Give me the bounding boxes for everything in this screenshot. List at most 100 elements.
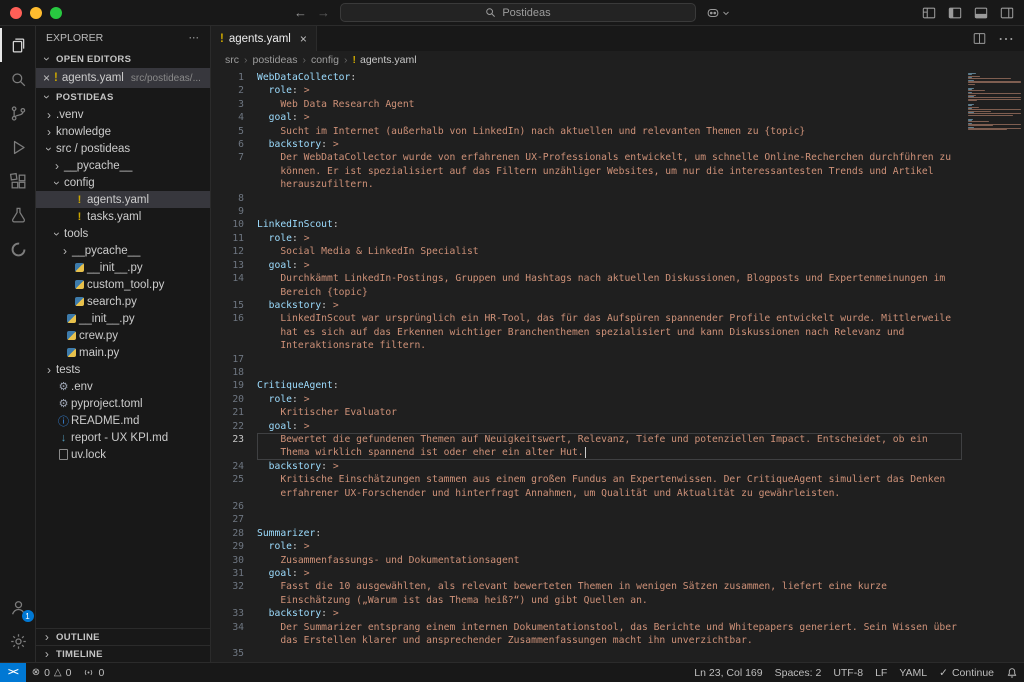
accounts-button[interactable]: 1 [0, 590, 36, 624]
settings-button[interactable] [0, 624, 36, 658]
folder-item-.venv[interactable]: ›.venv [36, 106, 210, 123]
close-icon[interactable]: × [43, 71, 50, 85]
more-actions-icon[interactable]: ⋯ [998, 29, 1014, 49]
breadcrumb-postideas[interactable]: postideas [253, 54, 298, 66]
code-line-12[interactable]: 12 Social Media & LinkedIn Specialist [211, 245, 962, 258]
code-line-15[interactable]: 15 backstory: > [211, 299, 962, 312]
code-line-2[interactable]: 2 role: > [211, 84, 962, 97]
file-item-search.py[interactable]: search.py [36, 293, 210, 310]
language-mode[interactable]: YAML [893, 663, 933, 682]
code-line-1[interactable]: 1WebDataCollector: [211, 71, 962, 84]
notifications-button[interactable] [1000, 663, 1024, 682]
file-item-custom-tool.py[interactable]: custom_tool.py [36, 276, 210, 293]
code-line-6[interactable]: 6 backstory: > [211, 138, 962, 151]
file-item--init-.py[interactable]: __init__.py [36, 259, 210, 276]
folder-item-tools[interactable]: ›tools [36, 225, 210, 242]
breadcrumb-config[interactable]: config [311, 54, 339, 66]
toggle-panel-icon[interactable] [974, 6, 988, 20]
back-arrow-icon[interactable]: ← [294, 6, 307, 19]
code-line-4[interactable]: 4 goal: > [211, 111, 962, 124]
section-open-editors[interactable]: › OPEN EDITORS [36, 50, 210, 68]
breadcrumb-src[interactable]: src [225, 54, 239, 66]
file-item-readme.md[interactable]: ⓘREADME.md [36, 412, 210, 429]
code-line-3[interactable]: 3 Web Data Research Agent [211, 98, 962, 111]
problems-indicator[interactable]: ⊗ 0 △ 0 [26, 663, 78, 682]
command-center-search[interactable]: Postideas [340, 3, 696, 22]
breadcrumb-file[interactable]: ! agents.yaml [352, 54, 416, 66]
code-editor[interactable]: 1WebDataCollector:2 role: >3 Web Data Re… [211, 69, 1024, 662]
code-line-25[interactable]: 25 Kritische Einschätzungen stammen aus … [211, 473, 962, 500]
customize-layout-icon[interactable] [922, 6, 936, 20]
folder-item-knowledge[interactable]: ›knowledge [36, 123, 210, 140]
cursor-position[interactable]: Ln 23, Col 169 [688, 663, 768, 682]
folder-item-src-postideas[interactable]: ›src / postideas [36, 140, 210, 157]
code-line-8[interactable]: 8 [211, 192, 962, 205]
code-line-34[interactable]: 34 Der Summarizer entsprang einem intern… [211, 621, 962, 648]
code-line-32[interactable]: 32 Fasst die 10 ausgewählten, als releva… [211, 580, 962, 607]
file-item-main.py[interactable]: main.py [36, 344, 210, 361]
code-line-11[interactable]: 11 role: > [211, 232, 962, 245]
close-tab-icon[interactable]: × [300, 32, 307, 46]
code-line-5[interactable]: 5 Sucht im Internet (außerhalb von Linke… [211, 125, 962, 138]
activity-run-debug[interactable] [0, 130, 36, 164]
code-line-22[interactable]: 22 goal: > [211, 420, 962, 433]
file-item-report-ux-kpi.md[interactable]: ↓report - UX KPI.md [36, 429, 210, 446]
code-line-13[interactable]: 13 goal: > [211, 259, 962, 272]
code-line-33[interactable]: 33 backstory: > [211, 607, 962, 620]
code-line-18[interactable]: 18 [211, 366, 962, 379]
folder-item-config[interactable]: ›config [36, 174, 210, 191]
code-line-19[interactable]: 19CritiqueAgent: [211, 379, 962, 392]
toggle-secondary-sidebar-icon[interactable] [1000, 6, 1014, 20]
file-item-.env[interactable]: ⚙.env [36, 378, 210, 395]
zoom-window-button[interactable] [50, 7, 62, 19]
file-item--init-.py[interactable]: __init__.py [36, 310, 210, 327]
close-window-button[interactable] [10, 7, 22, 19]
ports-indicator[interactable]: 0 [77, 663, 110, 682]
code-line-24[interactable]: 24 backstory: > [211, 460, 962, 473]
activity-search[interactable] [0, 62, 36, 96]
toggle-primary-sidebar-icon[interactable] [948, 6, 962, 20]
code-line-21[interactable]: 21 Kritischer Evaluator [211, 406, 962, 419]
minimize-window-button[interactable] [30, 7, 42, 19]
code-line-20[interactable]: 20 role: > [211, 393, 962, 406]
activity-continue-extension[interactable] [0, 232, 36, 266]
activity-source-control[interactable] [0, 96, 36, 130]
code-line-30[interactable]: 30 Zusammenfassungs- und Dokumentationsa… [211, 554, 962, 567]
indentation-setting[interactable]: Spaces: 2 [769, 663, 828, 682]
file-item-crew.py[interactable]: crew.py [36, 327, 210, 344]
section-timeline[interactable]: › TIMELINE [36, 645, 210, 662]
eol-setting[interactable]: LF [869, 663, 893, 682]
code-line-10[interactable]: 10LinkedInScout: [211, 218, 962, 231]
folder-item-tests[interactable]: ›tests [36, 361, 210, 378]
more-actions-icon[interactable]: ⋯ [189, 32, 201, 44]
split-editor-icon[interactable] [973, 32, 986, 45]
file-item-agents.yaml[interactable]: !agents.yaml [36, 191, 210, 208]
remote-indicator[interactable]: >< [0, 663, 26, 682]
code-line-28[interactable]: 28Summarizer: [211, 527, 962, 540]
continue-status[interactable]: ✓ Continue [933, 663, 1000, 682]
file-item-pyproject.toml[interactable]: ⚙pyproject.toml [36, 395, 210, 412]
code-line-23[interactable]: 23 Bewertet die gefundenen Themen auf Ne… [211, 433, 962, 460]
forward-arrow-icon[interactable]: → [317, 6, 330, 19]
code-line-7[interactable]: 7 Der WebDataCollector wurde von erfahre… [211, 151, 962, 191]
activity-explorer[interactable] [0, 28, 36, 62]
folder-item--pycache-[interactable]: ›__pycache__ [36, 157, 210, 174]
code-line-29[interactable]: 29 role: > [211, 540, 962, 553]
file-item-uv.lock[interactable]: uv.lock [36, 446, 210, 463]
code-line-16[interactable]: 16 LinkedInScout war ursprünglich ein HR… [211, 312, 962, 352]
code-line-17[interactable]: 17 [211, 353, 962, 366]
code-line-35[interactable]: 35 [211, 647, 962, 660]
code-line-26[interactable]: 26 [211, 500, 962, 513]
tab-agents-yaml[interactable]: ! agents.yaml × [211, 26, 317, 51]
code-line-31[interactable]: 31 goal: > [211, 567, 962, 580]
code-line-14[interactable]: 14 Durchkämmt LinkedIn-Postings, Gruppen… [211, 272, 962, 299]
encoding-setting[interactable]: UTF-8 [827, 663, 869, 682]
code-line-9[interactable]: 9 [211, 205, 962, 218]
activity-extensions[interactable] [0, 164, 36, 198]
activity-testing[interactable] [0, 198, 36, 232]
section-outline[interactable]: › OUTLINE [36, 628, 210, 645]
file-item-tasks.yaml[interactable]: !tasks.yaml [36, 208, 210, 225]
section-root-folder[interactable]: › POSTIDEAS [36, 88, 210, 106]
code-line-27[interactable]: 27 [211, 513, 962, 526]
open-editor-item[interactable]: × ! agents.yaml src/postideas/... [36, 68, 210, 88]
